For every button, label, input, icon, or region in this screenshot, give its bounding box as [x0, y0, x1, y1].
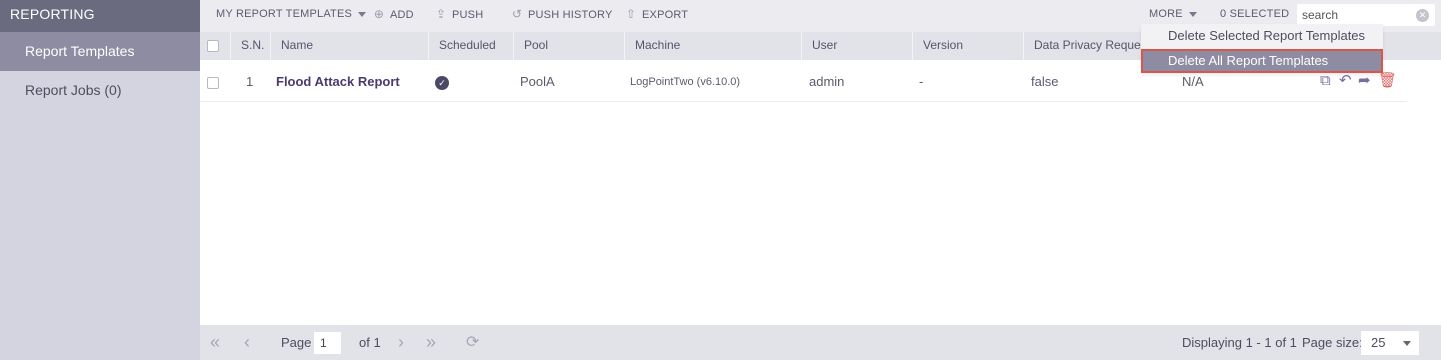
column-header-user[interactable]: User	[801, 32, 912, 60]
history-icon: ↺	[511, 7, 523, 21]
pagination-bar: « ‹ Page of 1 › » ⟳ Displaying 1 - 1 of …	[200, 325, 1441, 360]
export-label: EXPORT	[642, 9, 689, 21]
refresh-icon[interactable]: ⟳	[466, 325, 479, 360]
push-history-button[interactable]: ↺ PUSH HISTORY	[510, 0, 613, 28]
row-pool: PoolA	[520, 74, 555, 89]
column-header-sn[interactable]: S.N.	[230, 32, 270, 60]
page-size-select[interactable]: 25	[1361, 331, 1419, 355]
page-size-value: 25	[1371, 335, 1386, 350]
chevron-down-icon	[1403, 341, 1411, 346]
menu-item-delete-selected[interactable]: Delete Selected Report Templates	[1141, 24, 1383, 48]
export-button[interactable]: ⇧ EXPORT	[624, 0, 688, 28]
add-button[interactable]: ⊕ ADD	[372, 0, 414, 28]
search-box: ✕	[1297, 4, 1435, 26]
last-page-icon[interactable]: »	[426, 325, 436, 360]
column-header-machine[interactable]: Machine	[624, 32, 801, 60]
column-header-scheduled[interactable]: Scheduled	[428, 32, 513, 60]
search-input[interactable]	[1297, 4, 1407, 26]
row-machine: LogPointTwo (v6.10.0)	[630, 76, 741, 88]
displaying-count: Displaying 1 - 1 of 1	[1182, 335, 1297, 350]
clear-search-icon[interactable]: ✕	[1416, 9, 1429, 22]
more-label: MORE	[1149, 8, 1183, 20]
sidebar-title: REPORTING	[0, 0, 200, 32]
row-version: -	[919, 74, 924, 89]
push-history-label: PUSH HISTORY	[528, 9, 613, 21]
row-name[interactable]: Flood Attack Report	[266, 62, 428, 102]
select-all-checkbox[interactable]	[207, 39, 219, 52]
column-header-version[interactable]: Version	[912, 32, 1023, 60]
menu-item-delete-all[interactable]: Delete All Report Templates	[1141, 49, 1383, 73]
sidebar-item-report-templates[interactable]: Report Templates	[0, 32, 200, 71]
row-data-privacy: false	[1031, 74, 1059, 89]
row-user: admin	[809, 74, 845, 89]
column-header-data-privacy[interactable]: Data Privacy Reques	[1023, 32, 1141, 60]
prev-page-icon[interactable]: ‹	[244, 325, 250, 360]
push-icon: ⇪	[435, 7, 447, 21]
first-page-icon[interactable]: «	[210, 325, 220, 360]
chevron-down-icon	[358, 11, 367, 17]
scheduled-check-icon: ✓	[435, 75, 449, 90]
page-label: Page	[281, 335, 312, 350]
export-icon: ⇧	[625, 7, 637, 21]
push-label: PUSH	[452, 9, 484, 21]
row-sn: 1	[246, 74, 254, 89]
more-dropdown-menu: Delete Selected Report Templates Delete …	[1141, 24, 1383, 73]
next-page-icon[interactable]: ›	[398, 325, 404, 360]
sidebar-item-report-jobs[interactable]: Report Jobs (0)	[0, 71, 200, 110]
push-button[interactable]: ⇪ PUSH	[434, 0, 483, 28]
page-size-label: Page size:	[1302, 335, 1363, 350]
page-number-input[interactable]	[314, 332, 341, 354]
select-all-cell	[200, 32, 230, 60]
main-panel: MY REPORT TEMPLATES ⊕ ADD ⇪ PUSH ↺ PUSH HIS…	[200, 0, 1441, 360]
page-total: of 1	[359, 335, 381, 350]
column-header-name[interactable]: Name	[270, 32, 428, 60]
row-checkbox[interactable]	[207, 76, 219, 89]
templates-menu-label: MY REPORT TEMPLATES	[216, 8, 353, 20]
templates-menu-button[interactable]: MY REPORT TEMPLATES	[216, 0, 367, 28]
row-select-cell	[200, 62, 230, 102]
sidebar: REPORTING Report Templates Report Jobs (…	[0, 0, 200, 360]
chevron-down-icon	[1188, 11, 1197, 17]
add-label: ADD	[390, 9, 414, 21]
column-header-pool[interactable]: Pool	[513, 32, 624, 60]
plus-circle-icon: ⊕	[373, 7, 385, 21]
row-scheduled-cell: ✓	[425, 62, 510, 102]
